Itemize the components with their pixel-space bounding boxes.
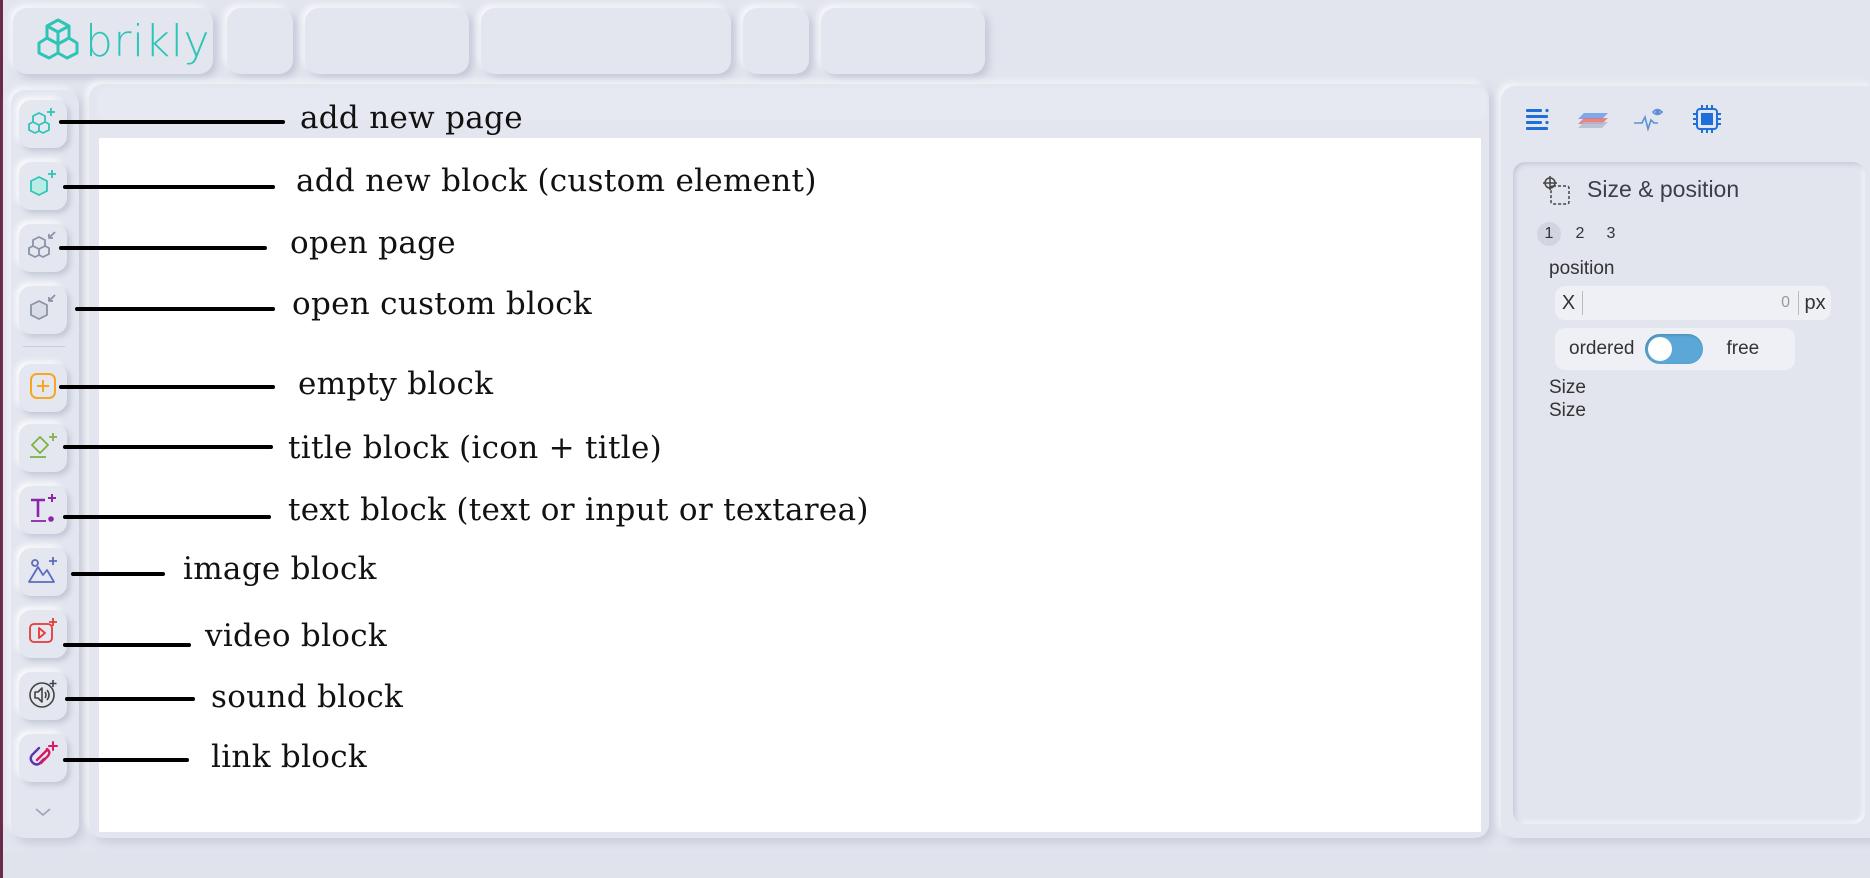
sound-block-button[interactable] xyxy=(19,672,67,720)
diamond-title-icon xyxy=(26,429,60,468)
annotation-link-block: link block xyxy=(211,739,368,775)
tab-structure[interactable] xyxy=(1517,100,1557,142)
x-label: X xyxy=(1555,291,1584,315)
annotation-add-page: add new page xyxy=(300,100,523,136)
top-menu-3[interactable] xyxy=(481,8,731,74)
position-mode-toggle[interactable] xyxy=(1644,334,1703,364)
annotation-line xyxy=(65,697,195,701)
toolbar-divider xyxy=(23,346,65,347)
layers-icon xyxy=(1576,107,1610,136)
tab-settings[interactable] xyxy=(1687,100,1727,142)
section-title: Size & position xyxy=(1587,176,1740,202)
image-plus-icon xyxy=(26,553,60,592)
top-bar: brikly xyxy=(13,6,1013,74)
left-toolbar xyxy=(11,90,79,838)
link-plus-icon xyxy=(26,739,60,778)
step-1[interactable]: 1 xyxy=(1537,222,1561,246)
list-icon xyxy=(1523,105,1551,138)
annotation-title-block: title block (icon + title) xyxy=(288,430,663,466)
annotation-line xyxy=(63,445,273,449)
size-label: Size xyxy=(1549,377,1586,398)
tab-visibility[interactable] xyxy=(1629,100,1669,142)
sound-plus-icon xyxy=(26,677,60,716)
toolbar-more-button[interactable] xyxy=(29,804,57,824)
position-mode-toggle-row: ordered free xyxy=(1555,328,1795,370)
top-menu-4[interactable] xyxy=(743,8,809,74)
image-block-button[interactable] xyxy=(19,548,67,596)
add-block-button[interactable] xyxy=(19,162,67,210)
tab-layers[interactable] xyxy=(1573,100,1613,142)
annotation-open-custom-block: open custom block xyxy=(292,286,592,322)
plus-square-icon xyxy=(26,369,60,408)
x-position-input[interactable] xyxy=(1583,291,1799,315)
annotation-line xyxy=(71,572,165,576)
chevron-down-icon xyxy=(33,805,53,823)
top-menu-1[interactable] xyxy=(227,8,293,74)
cube-plus-icon xyxy=(26,167,60,206)
annotation-line xyxy=(59,120,285,124)
size-label: Size xyxy=(1549,400,1586,421)
step-3[interactable]: 3 xyxy=(1599,222,1623,246)
annotation-add-block: add new block (custom element) xyxy=(296,163,817,199)
annotation-line xyxy=(63,515,271,519)
annotation-open-page: open page xyxy=(290,225,456,261)
status-bar xyxy=(3,852,1870,878)
size-position-icon xyxy=(1541,174,1573,211)
annotation-video-block: video block xyxy=(205,618,388,654)
open-custom-block-button[interactable] xyxy=(19,286,67,334)
x-unit: px xyxy=(1798,291,1831,315)
chip-icon xyxy=(1690,102,1724,141)
annotation-line xyxy=(63,185,275,189)
annotation-line xyxy=(59,246,267,250)
annotation-line xyxy=(59,385,275,389)
top-menu-2[interactable] xyxy=(305,8,469,74)
position-label: position xyxy=(1549,258,1615,279)
annotation-line xyxy=(63,643,191,647)
toggle-knob xyxy=(1647,337,1672,361)
logo-text: brikly xyxy=(85,15,210,67)
annotation-empty-block: empty block xyxy=(298,366,494,402)
link-block-button[interactable] xyxy=(19,734,67,782)
mode-free-label: free xyxy=(1726,338,1760,359)
add-page-button[interactable] xyxy=(19,100,67,148)
annotation-sound-block: sound block xyxy=(211,679,404,715)
brikly-logo-icon xyxy=(35,16,81,67)
video-plus-icon xyxy=(26,615,60,654)
step-2[interactable]: 2 xyxy=(1568,222,1592,246)
mode-ordered-label: ordered xyxy=(1569,338,1635,359)
visibility-icon xyxy=(1632,105,1666,138)
title-block-button[interactable] xyxy=(19,424,67,472)
logo[interactable]: brikly xyxy=(13,8,213,74)
x-position-field: X px xyxy=(1555,286,1831,320)
annotation-line xyxy=(63,758,189,762)
text-plus-icon xyxy=(26,491,60,530)
text-block-button[interactable] xyxy=(19,486,67,534)
top-menu-5[interactable] xyxy=(821,8,985,74)
annotation-text-block: text block (text or input or textarea) xyxy=(288,492,869,528)
cubes-plus-icon xyxy=(26,105,60,144)
video-block-button[interactable] xyxy=(19,610,67,658)
annotation-line xyxy=(75,307,275,311)
annotation-image-block: image block xyxy=(183,551,377,587)
cube-open-icon xyxy=(26,291,60,330)
cubes-open-icon xyxy=(26,229,60,268)
